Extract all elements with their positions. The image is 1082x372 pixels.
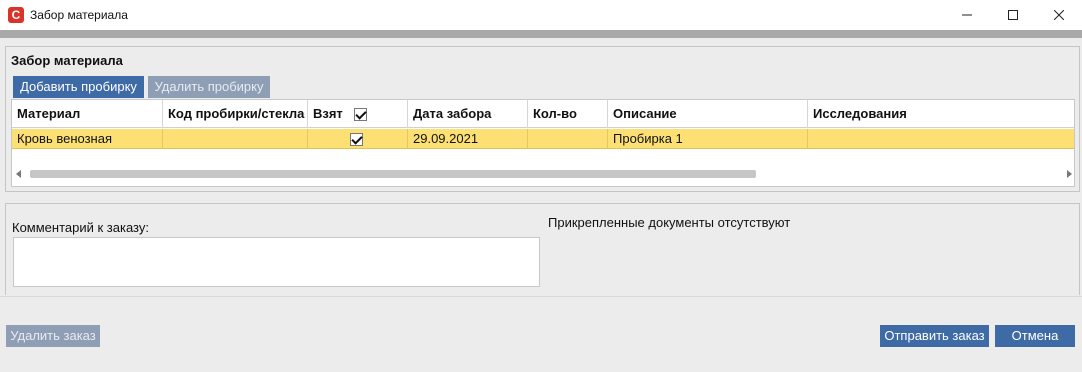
cell-taken[interactable] xyxy=(308,129,408,149)
delete-order-button[interactable]: Удалить заказ xyxy=(6,325,100,347)
panel-divider xyxy=(0,296,1082,297)
cell-date[interactable]: 29.09.2021 xyxy=(408,129,528,149)
horizontal-scrollbar[interactable] xyxy=(12,166,1074,183)
column-header-date[interactable]: Дата забора xyxy=(408,100,528,128)
order-details-panel: Комментарий к заказу: Прикрепленные доку… xyxy=(5,203,1080,295)
panel-title: Забор материала xyxy=(11,53,123,68)
column-header-taken-label: Взят xyxy=(313,106,343,121)
minimize-icon[interactable] xyxy=(944,0,990,30)
table-row[interactable]: Кровь венозная 29.09.2021 Пробирка 1 xyxy=(12,129,1074,149)
cell-qty[interactable] xyxy=(528,129,608,149)
cell-material[interactable]: Кровь венозная xyxy=(12,129,163,149)
window-controls xyxy=(944,0,1082,30)
column-header-description[interactable]: Описание xyxy=(608,100,808,128)
material-collection-panel: Забор материала Добавить пробирку Удалит… xyxy=(5,46,1080,192)
close-icon[interactable] xyxy=(1036,0,1082,30)
title-bar: C Забор материала xyxy=(0,0,1082,30)
cancel-button[interactable]: Отмена xyxy=(995,325,1075,347)
scroll-left-icon[interactable] xyxy=(16,170,21,178)
title-bar-separator xyxy=(0,30,1082,38)
send-order-button[interactable]: Отправить заказ xyxy=(880,325,989,347)
column-header-taken[interactable]: Взят xyxy=(308,100,408,128)
column-header-research[interactable]: Исследования xyxy=(808,100,1074,128)
app-logo-icon: C xyxy=(8,7,24,23)
documents-status: Прикрепленные документы отсутствуют xyxy=(548,215,791,230)
cell-description[interactable]: Пробирка 1 xyxy=(608,129,808,149)
comment-label: Комментарий к заказу: xyxy=(12,220,149,235)
add-tube-button[interactable]: Добавить пробирку xyxy=(13,76,144,98)
tubes-table: Материал Код пробирки/стекла Взят Дата з… xyxy=(11,99,1075,187)
column-header-qty[interactable]: Кол-во xyxy=(528,100,608,128)
taken-checkbox[interactable] xyxy=(350,133,363,147)
select-all-checkbox[interactable] xyxy=(354,108,368,122)
scrollbar-thumb[interactable] xyxy=(30,170,756,178)
maximize-icon[interactable] xyxy=(990,0,1036,30)
cell-research[interactable] xyxy=(808,129,1074,149)
cell-tube-code[interactable] xyxy=(163,129,308,149)
table-header: Материал Код пробирки/стекла Взят Дата з… xyxy=(12,100,1074,128)
delete-tube-button[interactable]: Удалить пробирку xyxy=(148,76,270,98)
scroll-right-icon[interactable] xyxy=(1067,170,1072,178)
column-header-tube-code[interactable]: Код пробирки/стекла xyxy=(163,100,308,128)
comment-field[interactable] xyxy=(13,237,540,287)
column-header-material[interactable]: Материал xyxy=(12,100,163,128)
window-title: Забор материала xyxy=(30,8,128,22)
